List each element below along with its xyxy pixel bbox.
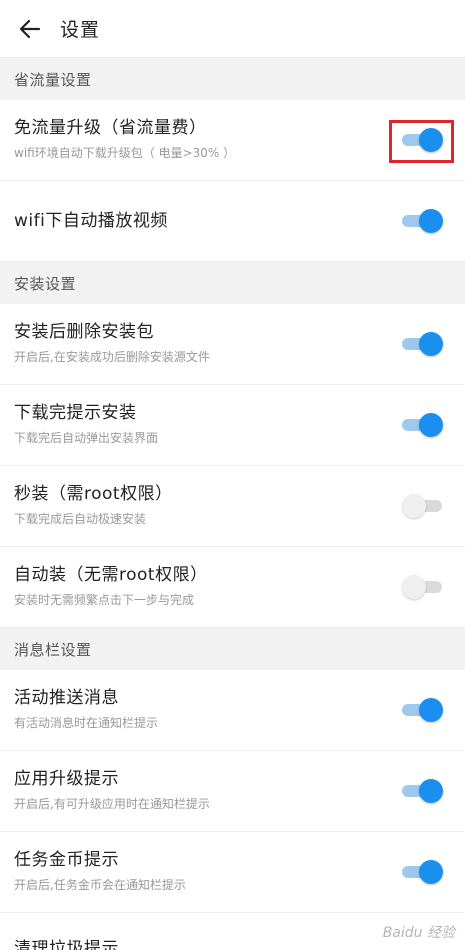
setting-row-activity-push[interactable]: 活动推送消息 有活动消息时在通知栏提示: [0, 670, 465, 751]
setting-subtitle: 有活动消息时在通知栏提示: [14, 716, 159, 730]
toggle-switch[interactable]: [402, 859, 444, 885]
setting-title: 自动装（无需root权限）: [14, 565, 208, 585]
setting-subtitle: 下载完成后自动极速安装: [14, 512, 147, 526]
top-bar: 设置: [0, 0, 465, 58]
toggle-knob: [419, 209, 443, 233]
setting-row-task-coins-notice[interactable]: 任务金币提示 开启后,任务金币会在通知栏提示: [0, 832, 465, 913]
setting-subtitle: 开启后,任务金币会在通知栏提示: [14, 878, 186, 892]
page-title: 设置: [60, 19, 101, 41]
section-header-traffic: 省流量设置: [0, 58, 465, 100]
toggle-switch[interactable]: [402, 574, 444, 600]
setting-row-auto-install[interactable]: 自动装（无需root权限） 安装时无需频繁点击下一步与完成: [0, 547, 465, 628]
toggle-knob: [419, 332, 443, 356]
settings-list: 省流量设置 免流量升级（省流量费） wifi环境自动下载升级包（ 电量>30% …: [0, 58, 465, 913]
setting-title: 免流量升级（省流量费）: [14, 118, 207, 138]
toggle-knob: [419, 860, 443, 884]
setting-subtitle: 安装时无需频繁点击下一步与完成: [14, 593, 195, 607]
toggle-switch[interactable]: [402, 208, 444, 234]
setting-subtitle: 开启后,有可升级应用时在通知栏提示: [14, 797, 210, 811]
section-header-install: 安装设置: [0, 262, 465, 304]
setting-title: 任务金币提示: [14, 850, 119, 870]
toggle-knob: [402, 575, 426, 599]
setting-title: 应用升级提示: [14, 769, 119, 789]
toggle-switch[interactable]: [402, 697, 444, 723]
setting-title: wifi下自动播放视频: [14, 211, 168, 231]
setting-row-app-upgrade-notice[interactable]: 应用升级提示 开启后,有可升级应用时在通知栏提示: [0, 751, 465, 832]
setting-subtitle: 开启后,在安装成功后删除安装源文件: [14, 350, 210, 364]
setting-title: 安装后删除安装包: [14, 322, 154, 342]
setting-subtitle: 下载完后自动弹出安装界面: [14, 431, 159, 445]
back-button[interactable]: [0, 0, 60, 58]
setting-row-wifi-autoplay[interactable]: wifi下自动播放视频: [0, 181, 465, 262]
setting-title: 活动推送消息: [14, 688, 119, 708]
highlight-box: [389, 120, 454, 163]
setting-row-prompt-install[interactable]: 下载完提示安装 下载完后自动弹出安装界面: [0, 385, 465, 466]
setting-row-instant-install[interactable]: 秒装（需root权限） 下载完成后自动极速安装: [0, 466, 465, 547]
setting-title: 下载完提示安装: [14, 403, 137, 423]
toggle-knob: [402, 494, 426, 518]
setting-row-delete-package[interactable]: 安装后删除安装包 开启后,在安装成功后删除安装源文件: [0, 304, 465, 385]
toggle-switch[interactable]: [402, 778, 444, 804]
section-header-notification: 消息栏设置: [0, 628, 465, 670]
toggle-knob: [419, 779, 443, 803]
toggle-switch[interactable]: [402, 331, 444, 357]
toggle-knob: [419, 413, 443, 437]
watermark-logo: Baidu 经验: [382, 925, 455, 941]
toggle-switch[interactable]: [402, 412, 444, 438]
setting-title: 秒装（需root权限）: [14, 484, 173, 504]
setting-subtitle: wifi环境自动下载升级包（ 电量>30% ）: [14, 146, 236, 160]
back-arrow-icon: [19, 19, 41, 38]
toggle-knob: [419, 698, 443, 722]
toggle-switch[interactable]: [402, 493, 444, 519]
